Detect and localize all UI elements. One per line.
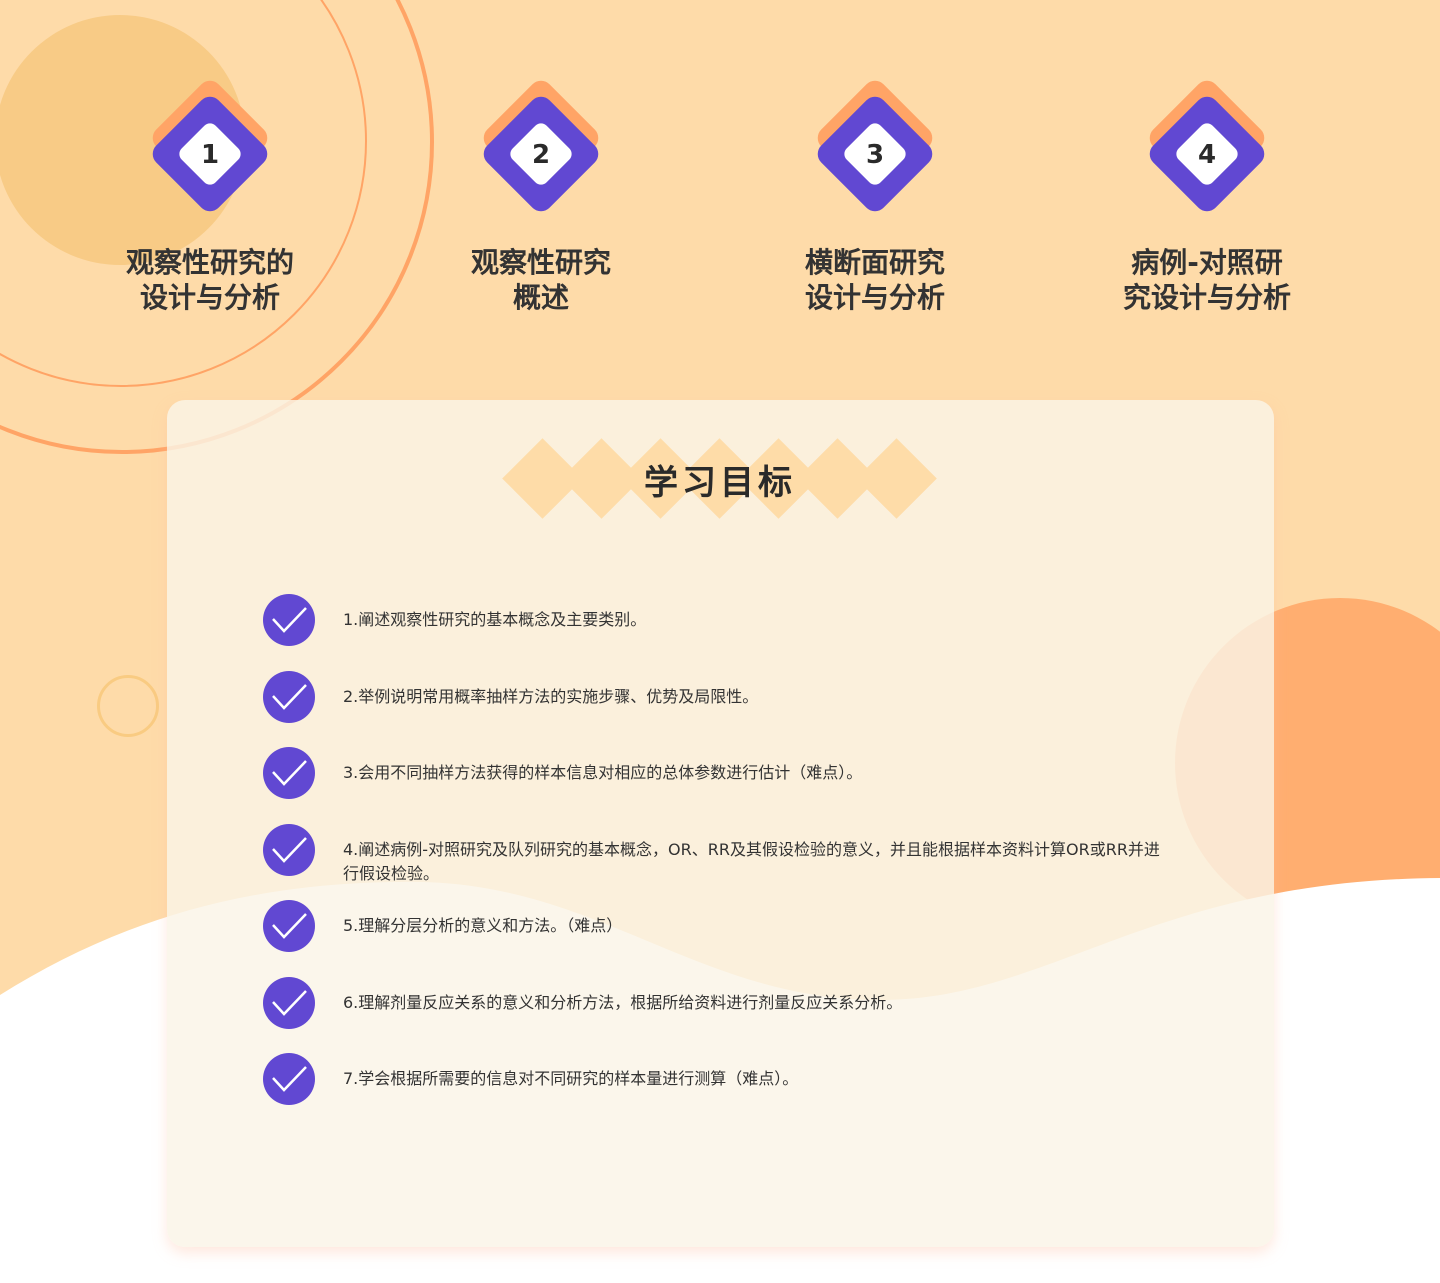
step-title: 观察性研究 概述: [470, 246, 611, 314]
objective-item: 1.阐述观察性研究的基本概念及主要类别。: [263, 594, 1173, 646]
objective-item: 6.理解剂量反应关系的意义和分析方法，根据所给资料进行剂量反应关系分析。: [263, 977, 1173, 1029]
objective-text: 4.阐述病例-对照研究及队列研究的基本概念，OR、RR及其假设检验的意义，并且能…: [343, 840, 1160, 883]
objectives-title: 学习目标: [644, 463, 796, 503]
objective-text: 1.阐述观察性研究的基本概念及主要类别。: [343, 610, 647, 629]
step-number: 3: [865, 140, 885, 170]
check-icon: [263, 1053, 315, 1105]
check-icon: [263, 671, 315, 723]
check-icon: [263, 900, 315, 952]
check-icon: [263, 977, 315, 1029]
step-title: 病例-对照研 究设计与分析: [1122, 246, 1291, 314]
check-icon: [263, 747, 315, 799]
objective-item: 3.会用不同抽样方法获得的样本信息对相应的总体参数进行估计（难点）。: [263, 747, 1173, 799]
check-icon: [263, 594, 315, 646]
objective-text: 5.理解分层分析的意义和方法。（难点）: [343, 916, 623, 935]
objective-item: 4.阐述病例-对照研究及队列研究的基本概念，OR、RR及其假设检验的意义，并且能…: [263, 824, 1173, 886]
step-number: 2: [531, 140, 551, 170]
step-number: 1: [200, 140, 220, 170]
objective-item: 7.学会根据所需要的信息对不同研究的样本量进行测算（难点）。: [263, 1053, 1173, 1105]
step-number: 4: [1197, 140, 1217, 170]
decor-ring: [97, 675, 159, 737]
objective-text: 6.理解剂量反应关系的意义和分析方法，根据所给资料进行剂量反应关系分析。: [343, 993, 903, 1012]
step-title: 观察性研究的 设计与分析: [125, 246, 294, 314]
objective-text: 3.会用不同抽样方法获得的样本信息对相应的总体参数进行估计（难点）。: [343, 763, 863, 782]
objective-item: 5.理解分层分析的意义和方法。（难点）: [263, 900, 1173, 952]
step-title: 横断面研究 设计与分析: [804, 246, 945, 314]
objective-text: 2.举例说明常用概率抽样方法的实施步骤、优势及局限性。: [343, 687, 759, 706]
check-icon: [263, 824, 315, 876]
objective-text: 7.学会根据所需要的信息对不同研究的样本量进行测算（难点）。: [343, 1069, 799, 1088]
objective-item: 2.举例说明常用概率抽样方法的实施步骤、优势及局限性。: [263, 671, 1173, 723]
